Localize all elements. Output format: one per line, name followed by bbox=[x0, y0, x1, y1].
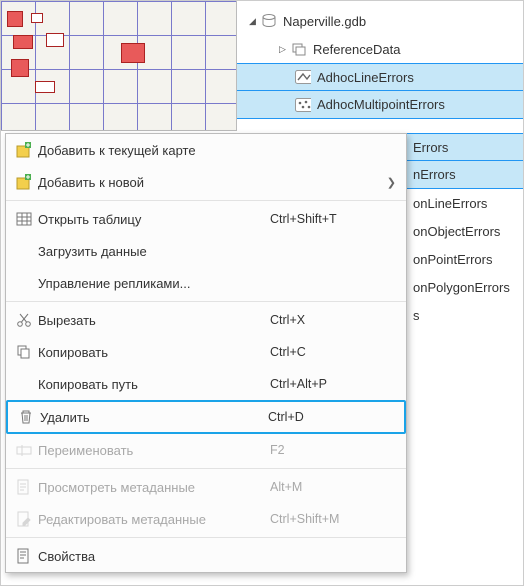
expand-icon[interactable]: ▷ bbox=[279, 44, 289, 55]
tree-label: onLineErrors bbox=[413, 196, 487, 211]
tree-item[interactable]: s bbox=[407, 301, 523, 329]
menu-shortcut: Ctrl+Shift+M bbox=[270, 512, 380, 526]
tree-item[interactable]: onLineErrors bbox=[407, 189, 523, 217]
menu-shortcut: Ctrl+Shift+T bbox=[270, 212, 380, 226]
menu-shortcut: Ctrl+X bbox=[270, 313, 380, 327]
collapse-icon[interactable]: ◢ bbox=[249, 16, 259, 27]
menu-label: Удалить bbox=[40, 410, 268, 425]
menu-label: Копировать bbox=[38, 345, 270, 360]
cut-icon bbox=[16, 312, 38, 328]
map-feature bbox=[121, 43, 145, 63]
menu-open-table[interactable]: Открыть таблицу Ctrl+Shift+T bbox=[6, 203, 406, 235]
tree-group[interactable]: ▷ ReferenceData bbox=[237, 35, 523, 63]
menu-label: Открыть таблицу bbox=[38, 212, 270, 227]
menu-separator bbox=[6, 468, 406, 469]
menu-shortcut: F2 bbox=[270, 443, 380, 457]
menu-view-metadata: Просмотреть метаданные Alt+M bbox=[6, 471, 406, 503]
tree-label: Naperville.gdb bbox=[283, 14, 366, 29]
view-meta-icon bbox=[16, 479, 38, 495]
menu-add-to-current-map[interactable]: Добавить к текущей карте bbox=[6, 134, 406, 166]
menu-separator bbox=[6, 200, 406, 201]
tree-item[interactable]: nErrors bbox=[407, 161, 523, 189]
map-preview bbox=[1, 1, 237, 131]
copy-icon bbox=[16, 344, 38, 360]
map-feature bbox=[7, 11, 23, 27]
map-feature bbox=[35, 81, 55, 93]
menu-label: Вырезать bbox=[38, 313, 270, 328]
table-icon bbox=[16, 211, 38, 227]
menu-shortcut: Ctrl+C bbox=[270, 345, 380, 359]
tree-label: onObjectErrors bbox=[413, 224, 500, 239]
chevron-right-icon: ❯ bbox=[380, 176, 396, 189]
rename-icon bbox=[16, 442, 38, 458]
menu-delete[interactable]: Удалить Ctrl+D bbox=[6, 400, 406, 434]
delete-icon bbox=[18, 409, 40, 425]
tree-label: nErrors bbox=[413, 167, 456, 182]
menu-label: Переименовать bbox=[38, 443, 270, 458]
menu-add-to-new[interactable]: Добавить к новой ❯ bbox=[6, 166, 406, 198]
properties-icon bbox=[16, 548, 38, 564]
map-feature bbox=[11, 59, 29, 77]
menu-label: Свойства bbox=[38, 549, 270, 564]
context-menu: Добавить к текущей карте Добавить к ново… bbox=[5, 133, 407, 573]
geodatabase-icon bbox=[261, 13, 277, 29]
menu-label: Просмотреть метаданные bbox=[38, 480, 270, 495]
menu-label: Копировать путь bbox=[38, 377, 270, 392]
menu-copy-path[interactable]: Копировать путь Ctrl+Alt+P bbox=[6, 368, 406, 400]
tree-item[interactable]: onObjectErrors bbox=[407, 217, 523, 245]
map-feature bbox=[13, 35, 33, 49]
tree-label: onPointErrors bbox=[413, 252, 492, 267]
menu-label: Управление репликами... bbox=[38, 276, 270, 291]
line-fc-icon bbox=[295, 69, 311, 85]
tree-item[interactable]: onPointErrors bbox=[407, 245, 523, 273]
tree-item-adhoclineerrors[interactable]: AdhocLineErrors bbox=[237, 63, 523, 91]
tree-label: onPolygonErrors bbox=[413, 280, 510, 295]
menu-edit-metadata: Редактировать метаданные Ctrl+Shift+M bbox=[6, 503, 406, 535]
menu-copy[interactable]: Копировать Ctrl+C bbox=[6, 336, 406, 368]
menu-label: Добавить к новой bbox=[38, 175, 270, 190]
menu-shortcut: Alt+M bbox=[270, 480, 380, 494]
edit-meta-icon bbox=[16, 511, 38, 527]
menu-label: Редактировать метаданные bbox=[38, 512, 270, 527]
tree-label: AdhocLineErrors bbox=[317, 70, 414, 85]
add-map-icon bbox=[16, 142, 38, 158]
menu-separator bbox=[6, 537, 406, 538]
multipoint-fc-icon bbox=[295, 97, 311, 113]
menu-shortcut: Ctrl+D bbox=[268, 410, 378, 424]
menu-load-data[interactable]: Загрузить данные bbox=[6, 235, 406, 267]
map-feature bbox=[31, 13, 43, 23]
tree-root[interactable]: ◢ Naperville.gdb bbox=[237, 7, 523, 35]
catalog-tree: ◢ Naperville.gdb ▷ ReferenceData AdhocLi… bbox=[237, 1, 523, 119]
tree-item[interactable]: Errors bbox=[407, 133, 523, 161]
tree-label: AdhocMultipointErrors bbox=[317, 97, 445, 112]
menu-manage-replicas[interactable]: Управление репликами... bbox=[6, 267, 406, 299]
tree-label: ReferenceData bbox=[313, 42, 400, 57]
menu-label: Загрузить данные bbox=[38, 244, 270, 259]
dataset-icon bbox=[291, 41, 307, 57]
menu-rename: Переименовать F2 bbox=[6, 434, 406, 466]
menu-properties[interactable]: Свойства bbox=[6, 540, 406, 572]
menu-separator bbox=[6, 301, 406, 302]
catalog-tree-partial: Errors nErrors onLineErrors onObjectErro… bbox=[407, 133, 523, 329]
menu-label: Добавить к текущей карте bbox=[38, 143, 270, 158]
menu-cut[interactable]: Вырезать Ctrl+X bbox=[6, 304, 406, 336]
tree-label: s bbox=[413, 308, 420, 323]
menu-shortcut: Ctrl+Alt+P bbox=[270, 377, 380, 391]
tree-item-adhocmultipointerrors[interactable]: AdhocMultipointErrors bbox=[237, 91, 523, 119]
map-feature bbox=[46, 33, 64, 47]
tree-item[interactable]: onPolygonErrors bbox=[407, 273, 523, 301]
add-new-icon bbox=[16, 174, 38, 190]
tree-label: Errors bbox=[413, 140, 448, 155]
